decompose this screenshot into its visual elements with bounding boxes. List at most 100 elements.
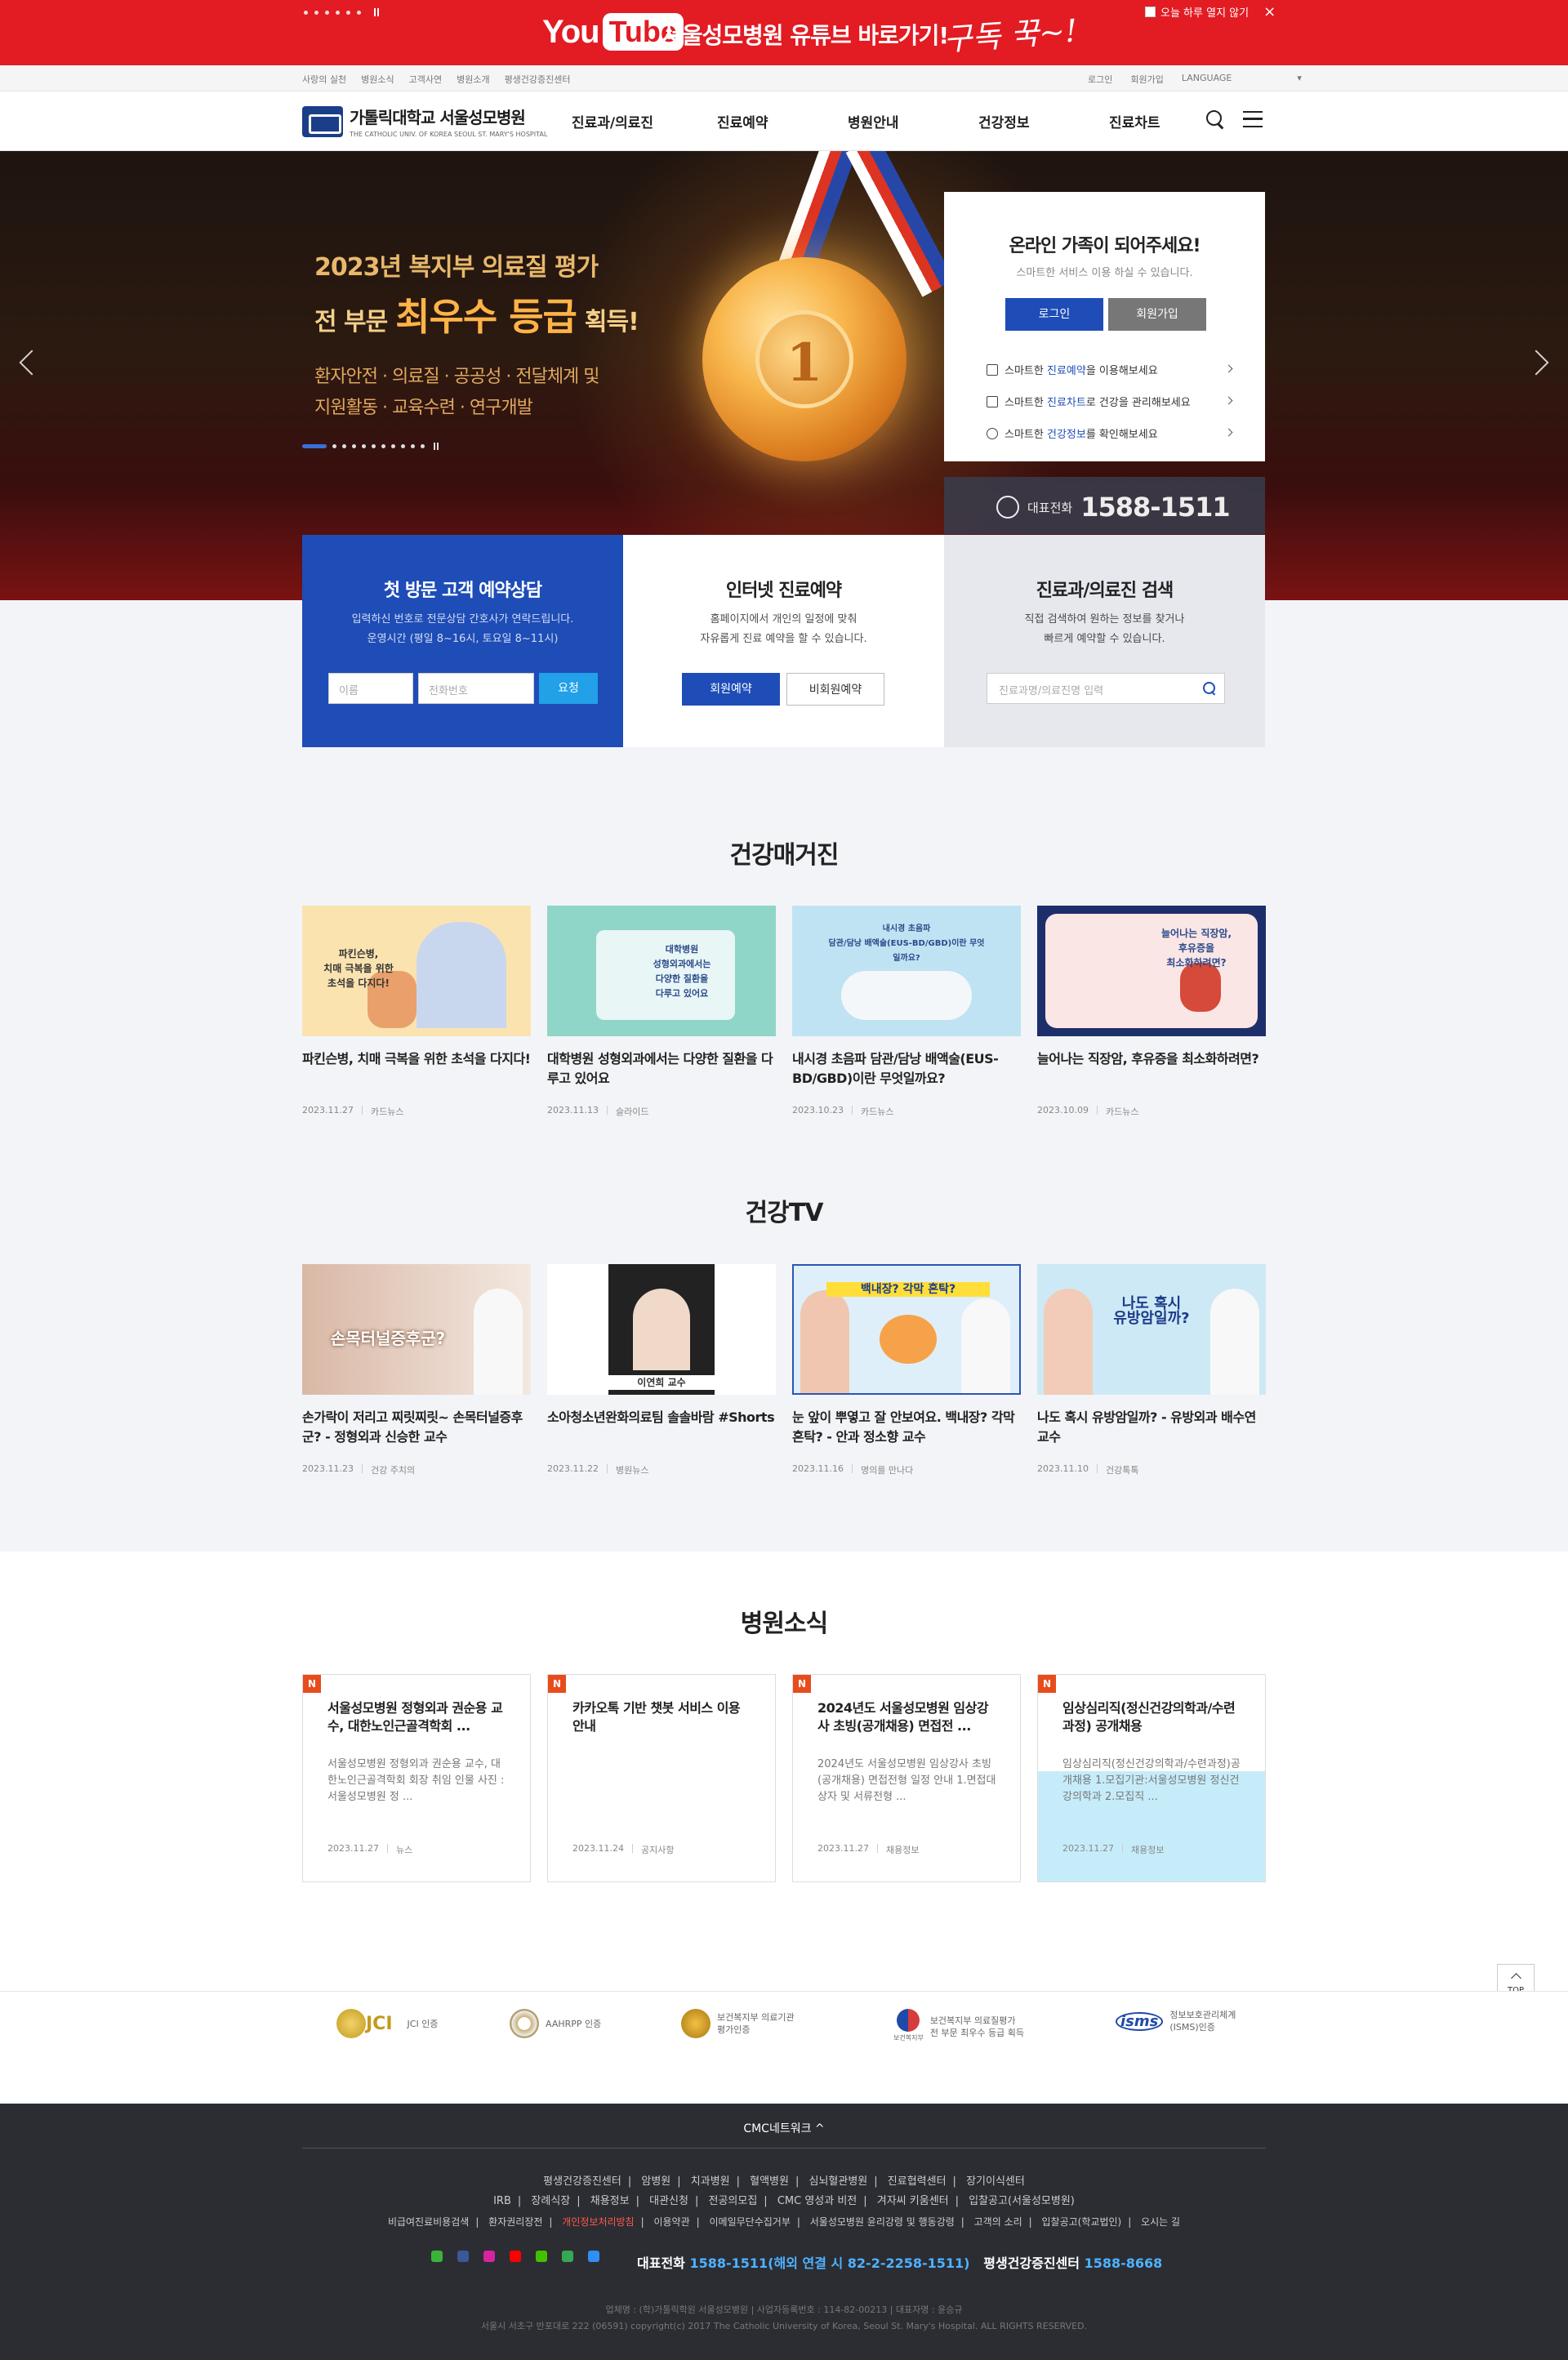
footer-link[interactable]: CMC 영성과 비전 [777, 2195, 857, 2207]
footer-link[interactable]: 비급여진료비용검색 [388, 2216, 469, 2228]
nav-departments[interactable]: 진료과/의료진 [572, 111, 717, 131]
appstore-icon[interactable] [588, 2251, 599, 2262]
instagram-icon[interactable] [483, 2251, 495, 2262]
magazine-card[interactable]: 늘어나는 직장암, 후유증을 최소화하려면? 늘어나는 직장암, 후유증을 최소… [1037, 906, 1266, 1118]
menu-icon[interactable] [1243, 111, 1263, 127]
prev-arrow-icon[interactable] [19, 350, 45, 376]
blog-icon[interactable] [431, 2251, 443, 2262]
tel-number[interactable]: 1588-1511(해외 연결 시 82-2-2258-1511) [689, 2255, 969, 2271]
footer-link[interactable]: 장례식장 [531, 2195, 570, 2207]
youtube-icon[interactable] [510, 2251, 521, 2262]
news-card[interactable]: N 임상심리직(정신건강의학과/수련과정) 공개채용 임상심리직(정신건강의학과… [1037, 1674, 1266, 1882]
news-title-text[interactable]: 카카오톡 기반 챗봇 서비스 이용 안내 [572, 1699, 752, 1735]
join-link[interactable]: 회원가입 [1130, 73, 1163, 86]
news-title-text[interactable]: 서울성모병원 정형외과 권순용 교수, 대한노인근골격학회 ... [327, 1699, 507, 1735]
footer-link[interactable]: 서울성모병원 윤리강령 및 행동강령 [810, 2216, 955, 2228]
login-link[interactable]: 로그인 [1088, 73, 1112, 86]
util-link[interactable]: 평생건강증진센터 [505, 73, 571, 86]
hospital-logo[interactable]: 가톨릭대학교 서울성모병원 THE CATHOLIC UNIV. OF KORE… [302, 105, 547, 138]
footer-link[interactable]: 고객의 소리 [974, 2216, 1022, 2228]
link-smart-health[interactable]: 스마트한 건강정보를 확인해보세요 [987, 417, 1233, 449]
news-title-text[interactable]: 2024년도 서울성모병원 임상강사 초빙(공개채용) 면접전 ... [817, 1699, 997, 1735]
department-search-input[interactable]: 진료과명/의료진명 입력 [987, 673, 1225, 704]
footer-link[interactable]: 대관신청 [649, 2195, 688, 2207]
footer-link[interactable]: 장기이식센터 [966, 2175, 1025, 2188]
member-reservation-button[interactable]: 회원예약 [682, 673, 780, 706]
footer-link[interactable]: 치과병원 [691, 2175, 730, 2188]
news-title-text[interactable]: 임상심리직(정신건강의학과/수련과정) 공개채용 [1062, 1699, 1242, 1735]
nav-reservation[interactable]: 진료예약 [717, 111, 848, 131]
util-link[interactable]: 고객사연 [409, 73, 442, 86]
join-button[interactable]: 회원가입 [1108, 298, 1206, 331]
footer-link[interactable]: 이메일무단수집거부 [710, 2216, 791, 2228]
card-title[interactable]: 나도 혹시 유방암일까? - 유방외과 배수연 교수 [1037, 1408, 1266, 1447]
link-smart-chart[interactable]: 스마트한 진료차트로 건강을 관리해보세요 [987, 385, 1233, 417]
footer-link[interactable]: 이용약관 [653, 2216, 689, 2228]
post-icon[interactable] [536, 2251, 547, 2262]
magazine-card[interactable]: 내시경 초음파 담관/담낭 배액술(EUS-BD/GBD)이란 무엇일까요? 내… [792, 906, 1021, 1118]
magazine-card[interactable]: 파킨슨병, 치매 극복을 위한 초석을 다지다! 파킨슨병, 치매 극복을 위한… [302, 906, 531, 1118]
next-arrow-icon[interactable] [1523, 350, 1549, 376]
close-icon[interactable]: × [1263, 3, 1276, 20]
footer-link[interactable]: 혈액병원 [750, 2175, 789, 2188]
phone-input[interactable]: 전화번호 [418, 673, 534, 704]
util-link[interactable]: 병원소식 [361, 73, 394, 86]
news-card[interactable]: N 서울성모병원 정형외과 권순용 교수, 대한노인근골격학회 ... 서울성모… [302, 1674, 531, 1882]
footer-link[interactable]: 입찰공고(학교법인) [1042, 2216, 1122, 2228]
tv-card[interactable]: 이연희 교수 소아청소년완화의료팀 솔솔바람 #Shorts 2023.11.2… [547, 1264, 776, 1476]
cert-isms[interactable]: isms 정보보호관리체계 (ISMS)인증 [1116, 2009, 1236, 2033]
center-tel-number[interactable]: 1588-8668 [1085, 2255, 1163, 2271]
today-close-checkbox[interactable] [1145, 7, 1156, 17]
card-title[interactable]: 눈 앞이 뿌옇고 잘 안보여요. 백내장? 각막 혼탁? - 안과 정소향 교수 [792, 1408, 1021, 1447]
language-select[interactable]: LANGUAGE ▾ [1182, 73, 1302, 86]
cert-jci[interactable]: JCI JCI 인증 [336, 2009, 438, 2038]
cert-hospital-eval[interactable]: 보건복지부 의료기관 평가인증 [681, 2009, 795, 2038]
news-card[interactable]: N 카카오톡 기반 챗봇 서비스 이용 안내 2023.11.24 공지사항 [547, 1674, 776, 1882]
footer-link[interactable]: 입찰공고(서울성모병원) [969, 2195, 1075, 2207]
footer-link[interactable]: 전공의모집 [708, 2195, 757, 2207]
magazine-card[interactable]: 대학병원 성형외과에서는 다양한 질환을 다루고 있어요 대학병원 성형외과에서… [547, 906, 776, 1118]
cmc-network-toggle[interactable]: CMC네트워크 ^ [0, 2120, 1568, 2136]
card-title[interactable]: 소아청소년완화의료팀 솔솔바람 #Shorts [547, 1408, 776, 1447]
today-close[interactable]: 오늘 하루 열지 않기 × [1145, 3, 1276, 20]
card-title[interactable]: 늘어나는 직장암, 후유증을 최소화하려면? [1037, 1049, 1266, 1089]
cert-aahrpp[interactable]: AAHRPP 인증 [510, 2009, 601, 2038]
card-title[interactable]: 손가락이 저리고 찌릿찌릿~ 손목터널증후군? - 정형외과 신승한 교수 [302, 1408, 531, 1447]
footer-link[interactable]: 진료협력센터 [888, 2175, 947, 2188]
news-card[interactable]: N 2024년도 서울성모병원 임상강사 초빙(공개채용) 면접전 ... 20… [792, 1674, 1021, 1882]
tv-card[interactable]: 나도 혹시 유방암일까? 나도 혹시 유방암일까? - 유방외과 배수연 교수 … [1037, 1264, 1266, 1476]
footer-link[interactable]: 평생건강증진센터 [543, 2175, 621, 2188]
cert-quality[interactable]: 보건복지부 보건복지부 의료질평가 전 부문 최우수 등급 획득 [893, 2009, 1024, 2044]
today-close-label[interactable]: 오늘 하루 열지 않기 [1160, 4, 1249, 20]
footer-link[interactable]: 오시는 길 [1141, 2216, 1180, 2228]
request-button[interactable]: 요청 [539, 673, 598, 704]
tv-card[interactable]: 백내장? 각막 혼탁? 눈 앞이 뿌옇고 잘 안보여요. 백내장? 각막 혼탁?… [792, 1264, 1021, 1476]
youtube-link-text[interactable]: 서울성모병원 유튜브 바로가기! [662, 18, 949, 51]
card-title[interactable]: 내시경 초음파 담관/담낭 배액술(EUS-BD/GBD)이란 무엇일까요? [792, 1049, 1021, 1089]
footer-link[interactable]: IRB [493, 2195, 511, 2207]
name-input[interactable]: 이름 [328, 673, 413, 704]
nav-hospital-info[interactable]: 병원안내 [848, 111, 978, 131]
search-icon[interactable] [1205, 109, 1225, 129]
login-button[interactable]: 로그인 [1005, 298, 1103, 331]
facebook-icon[interactable] [457, 2251, 469, 2262]
util-link[interactable]: 병원소개 [457, 73, 489, 86]
card-title[interactable]: 파킨슨병, 치매 극복을 위한 초석을 다지다! [302, 1049, 531, 1089]
card-title[interactable]: 대학병원 성형외과에서는 다양한 질환을 다루고 있어요 [547, 1049, 776, 1089]
footer-link[interactable]: 환자권리장전 [488, 2216, 542, 2228]
hero-pager[interactable] [302, 443, 439, 450]
footer-link[interactable]: 겨자씨 키움센터 [877, 2195, 949, 2207]
nonmember-reservation-button[interactable]: 비회원예약 [786, 673, 884, 706]
link-smart-reservation[interactable]: 스마트한 진료예약을 이용해보세요 [987, 354, 1233, 385]
playstore-icon[interactable] [562, 2251, 573, 2262]
nav-health-info[interactable]: 건강정보 [978, 111, 1109, 131]
phone-box[interactable]: 대표전화 1588-1511 [944, 477, 1265, 534]
util-link[interactable]: 사랑의 실천 [302, 73, 346, 86]
privacy-policy-link[interactable]: 개인정보처리방침 [562, 2216, 634, 2228]
footer-link[interactable]: 채용정보 [590, 2195, 630, 2207]
youtube-top-banner[interactable]: You Tube 서울성모병원 유튜브 바로가기! 구독 꾹~! 오늘 하루 열… [0, 0, 1568, 65]
footer-link[interactable]: 암병원 [641, 2175, 670, 2188]
search-icon[interactable] [1203, 682, 1216, 695]
banner-pager[interactable] [304, 8, 379, 16]
tv-card[interactable]: 손목터널증후군? 손가락이 저리고 찌릿찌릿~ 손목터널증후군? - 정형외과 … [302, 1264, 531, 1476]
